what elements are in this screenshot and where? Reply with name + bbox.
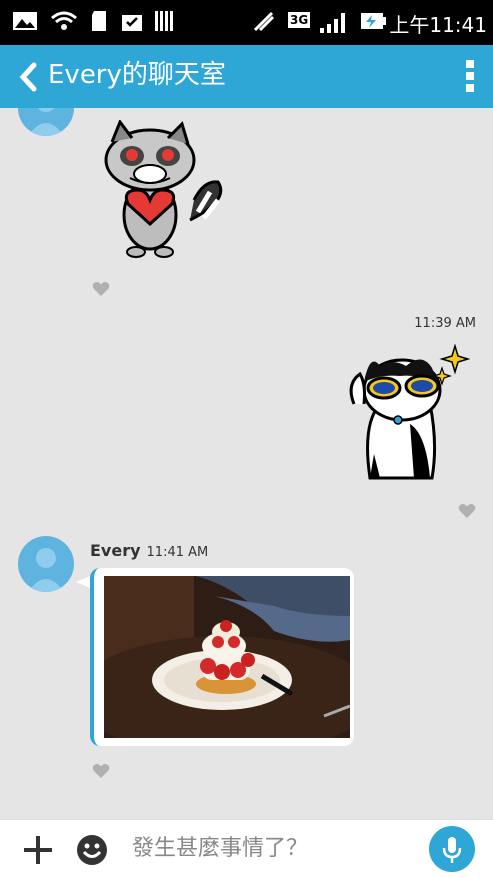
like-heart-icon[interactable]	[92, 281, 110, 297]
sender-avatar[interactable]	[18, 536, 74, 592]
sent-message-time: 11:39 AM	[414, 316, 476, 331]
battery-charging-icon	[361, 13, 386, 29]
microphone-icon	[442, 837, 462, 863]
photo-message-bubble[interactable]	[90, 568, 354, 746]
status-time: 上午11:41	[389, 13, 487, 37]
more-vert-icon[interactable]	[463, 59, 477, 93]
sender-header: Every 11:41 AM	[90, 541, 208, 560]
chat-title: Every的聊天室	[48, 60, 226, 90]
avatar[interactable]	[18, 108, 74, 136]
status-bar: 3G 上午11:41	[0, 0, 493, 45]
network-type: 3G	[288, 12, 311, 28]
chevron-left-icon[interactable]	[14, 59, 46, 95]
no-vibrate-icon	[253, 11, 275, 32]
received-message-time: 11:41 AM	[146, 545, 209, 560]
message-input-bar: 發生甚麼事情了？	[0, 819, 493, 878]
store-bag-icon	[122, 15, 142, 31]
sender-name: Every	[90, 541, 141, 560]
emoji-icon[interactable]	[76, 834, 108, 866]
dessert-photo[interactable]	[104, 576, 350, 738]
like-heart-icon[interactable]	[92, 763, 110, 779]
mic-button[interactable]	[429, 826, 475, 872]
raccoon-heart-sticker[interactable]	[100, 120, 230, 260]
bubble-tail	[76, 576, 90, 588]
barcode-icon	[155, 11, 173, 31]
cat-sunglasses-sticker[interactable]	[340, 344, 470, 486]
app-bar: Every的聊天室	[0, 45, 493, 108]
plus-icon[interactable]	[22, 834, 54, 866]
signal-icon	[320, 13, 345, 33]
sd-card-icon	[92, 11, 106, 31]
chat-messages[interactable]: 11:39 AM Every 11:41 AM	[0, 108, 493, 819]
message-input[interactable]: 發生甚麼事情了？	[132, 834, 308, 864]
wifi-icon	[51, 11, 77, 30]
like-heart-icon[interactable]	[458, 503, 476, 519]
gallery-icon	[13, 12, 37, 30]
